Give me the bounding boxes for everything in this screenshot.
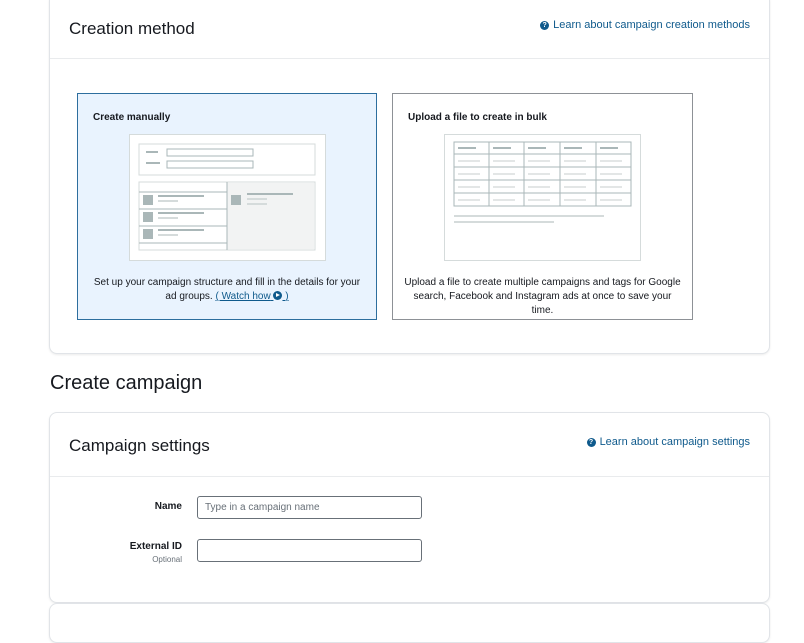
bulk-upload-description: Upload a file to create multiple campaig… <box>404 277 681 316</box>
external-id-optional-label: Optional <box>152 555 182 564</box>
external-id-label: External ID <box>129 541 182 552</box>
create-manually-description: Set up your campaign structure and fill … <box>88 276 366 304</box>
creation-methods-help-label: Learn about campaign creation methods <box>553 19 750 31</box>
external-id-input[interactable] <box>197 539 422 562</box>
play-icon <box>273 291 283 300</box>
bulk-upload-illustration <box>444 134 641 261</box>
creation-method-header: Creation method ? Learn about campaign c… <box>50 0 769 59</box>
campaign-settings-title: Campaign settings <box>69 436 210 455</box>
watch-how-suffix: ) <box>285 291 289 302</box>
campaign-name-input[interactable] <box>197 496 422 519</box>
name-label: Name <box>154 501 182 512</box>
create-manually-title: Create manually <box>93 112 171 123</box>
creation-method-title: Creation method <box>69 19 195 38</box>
bulk-upload-card[interactable]: Upload a file to create in bulk Upload a… <box>392 93 693 320</box>
campaign-settings-help-label: Learn about campaign settings <box>599 436 750 448</box>
watch-how-label: ( Watch how <box>215 291 271 302</box>
create-manually-card[interactable]: Create manually Set up your campaign str… <box>77 93 377 320</box>
create-campaign-heading: Create campaign <box>50 372 203 394</box>
watch-how-link[interactable]: ( Watch how ) <box>215 291 289 302</box>
help-icon: ? <box>540 20 550 30</box>
campaign-settings-header: Campaign settings ? Learn about campaign… <box>50 413 769 477</box>
campaign-settings-help-link[interactable]: ? Learn about campaign settings <box>586 436 750 448</box>
manual-setup-illustration <box>129 134 326 261</box>
bulk-upload-title: Upload a file to create in bulk <box>408 112 547 123</box>
next-section-panel <box>49 603 770 643</box>
help-icon: ? <box>586 437 596 447</box>
creation-methods-help-link[interactable]: ? Learn about campaign creation methods <box>540 19 750 31</box>
